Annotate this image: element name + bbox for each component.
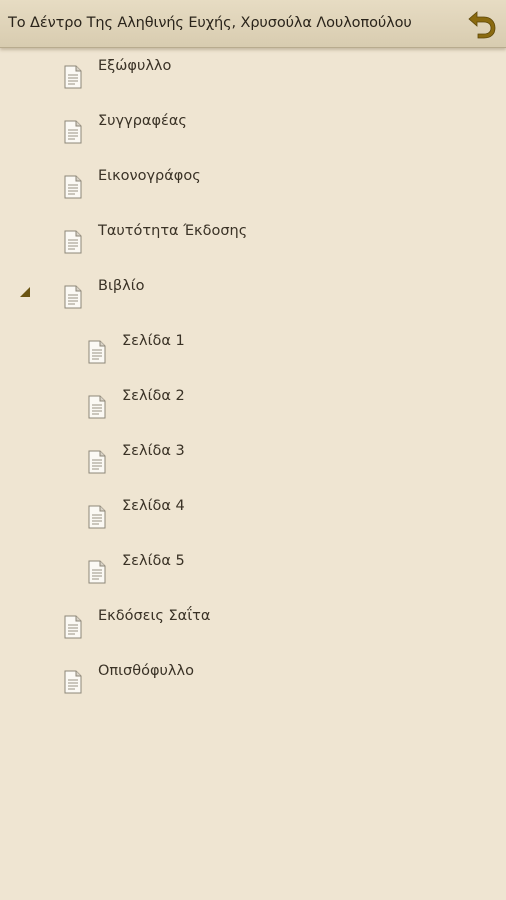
- toc-item-label: Ταυτότητα Έκδοσης: [98, 223, 248, 239]
- back-button[interactable]: [464, 8, 498, 40]
- toc-item-page-5[interactable]: Σελίδα 5: [0, 543, 506, 598]
- document-icon: [88, 340, 106, 364]
- toc-item-book[interactable]: Βιβλίο: [0, 268, 506, 323]
- toc-item-label: Συγγραφέας: [98, 113, 187, 129]
- document-icon: [88, 560, 106, 584]
- expanded-triangle-icon[interactable]: [19, 286, 31, 298]
- back-arrow-icon: [468, 11, 496, 39]
- document-icon: [64, 120, 82, 144]
- document-icon: [88, 395, 106, 419]
- document-icon: [64, 615, 82, 639]
- document-icon: [64, 285, 82, 309]
- toc-item-back-cover[interactable]: Οπισθόφυλλο: [0, 653, 506, 708]
- toc-item-label: Σελίδα 4: [122, 498, 185, 514]
- toc-item-author[interactable]: Συγγραφέας: [0, 103, 506, 158]
- toc-item-label: Σελίδα 2: [122, 388, 185, 404]
- toc-item-page-3[interactable]: Σελίδα 3: [0, 433, 506, 488]
- toc-item-label: Σελίδα 5: [122, 553, 185, 569]
- document-icon: [88, 450, 106, 474]
- document-icon: [64, 65, 82, 89]
- toc-item-label: Βιβλίο: [98, 278, 145, 294]
- toc-item-label: Σελίδα 3: [122, 443, 185, 459]
- toc-item-page-4[interactable]: Σελίδα 4: [0, 488, 506, 543]
- toc-item-publisher[interactable]: Εκδόσεις Σαΐτα: [0, 598, 506, 653]
- toc-item-label: Εκδόσεις Σαΐτα: [98, 608, 211, 624]
- toc-item-label: Οπισθόφυλλο: [98, 663, 194, 679]
- book-title: Το Δέντρο Της Αληθινής Ευχής, Χρυσούλα Λ…: [8, 15, 412, 31]
- document-icon: [64, 230, 82, 254]
- toc-item-cover[interactable]: Εξώφυλλο: [0, 48, 506, 103]
- title-bar: Το Δέντρο Της Αληθινής Ευχής, Χρυσούλα Λ…: [0, 0, 506, 48]
- document-icon: [64, 175, 82, 199]
- toc-item-label: Εικονογράφος: [98, 168, 201, 184]
- toc-item-page-1[interactable]: Σελίδα 1: [0, 323, 506, 378]
- table-of-contents: Εξώφυλλο Συγγραφέας Εικονογράφος Ταυτότη…: [0, 48, 506, 708]
- toc-item-illustrator[interactable]: Εικονογράφος: [0, 158, 506, 213]
- toc-item-label: Εξώφυλλο: [98, 58, 172, 74]
- toc-item-label: Σελίδα 1: [122, 333, 185, 349]
- document-icon: [64, 670, 82, 694]
- toc-item-page-2[interactable]: Σελίδα 2: [0, 378, 506, 433]
- toc-item-edition-info[interactable]: Ταυτότητα Έκδοσης: [0, 213, 506, 268]
- document-icon: [88, 505, 106, 529]
